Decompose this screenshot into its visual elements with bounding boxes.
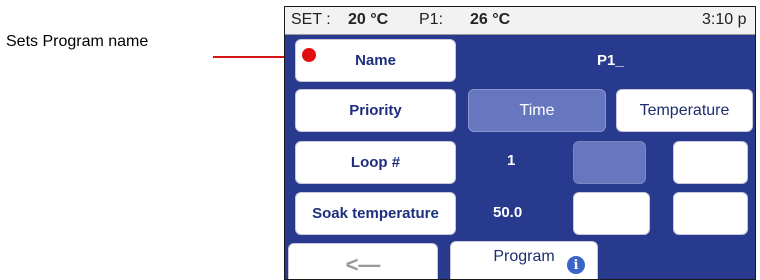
priority-button-label: Priority xyxy=(349,102,402,119)
loop-button-label: Loop # xyxy=(350,154,401,171)
priority-time-label: Time xyxy=(519,101,555,119)
priority-button[interactable]: Priority xyxy=(295,89,456,132)
program-button-label: Program xyxy=(493,248,555,265)
loop-option-blank[interactable] xyxy=(673,141,748,184)
program-name-value: P1_ xyxy=(597,52,624,69)
callout-label: Sets Program name xyxy=(6,33,149,50)
soak-temperature-value: 50.0 xyxy=(493,204,523,221)
back-arrow-icon: <— xyxy=(345,252,381,277)
back-button[interactable]: <— xyxy=(288,243,438,279)
set-temperature-value: 20 °C xyxy=(348,11,389,28)
name-button-label: Name xyxy=(355,52,396,69)
soak-temperature-button-label: Soak temperature xyxy=(312,205,439,222)
p1-label: P1: xyxy=(419,11,444,28)
loop-button[interactable]: Loop # xyxy=(295,141,456,184)
set-label: SET : xyxy=(291,11,331,28)
name-button[interactable]: Name xyxy=(295,39,456,82)
device-screen: SET : 20 °C P1: 26 °C 3:10 p Name P1_ Pr… xyxy=(284,6,756,280)
priority-time-option[interactable]: Time xyxy=(468,89,606,132)
clock-time: 3:10 p xyxy=(702,11,747,28)
soak-option-2[interactable] xyxy=(673,192,748,235)
p1-temperature-value: 26 °C xyxy=(470,11,511,28)
soak-temperature-button[interactable]: Soak temperature xyxy=(295,192,456,235)
status-bar: SET : 20 °C P1: 26 °C 3:10 p xyxy=(285,7,755,35)
priority-temperature-option[interactable]: Temperature xyxy=(616,89,753,132)
program-button[interactable]: Program i xyxy=(450,241,598,279)
loop-value: 1 xyxy=(507,152,516,169)
soak-option-1[interactable] xyxy=(573,192,650,235)
loop-option-disabled[interactable] xyxy=(573,141,646,184)
priority-temperature-label: Temperature xyxy=(639,101,730,119)
callout-dot xyxy=(302,48,316,62)
info-icon[interactable]: i xyxy=(567,256,585,274)
